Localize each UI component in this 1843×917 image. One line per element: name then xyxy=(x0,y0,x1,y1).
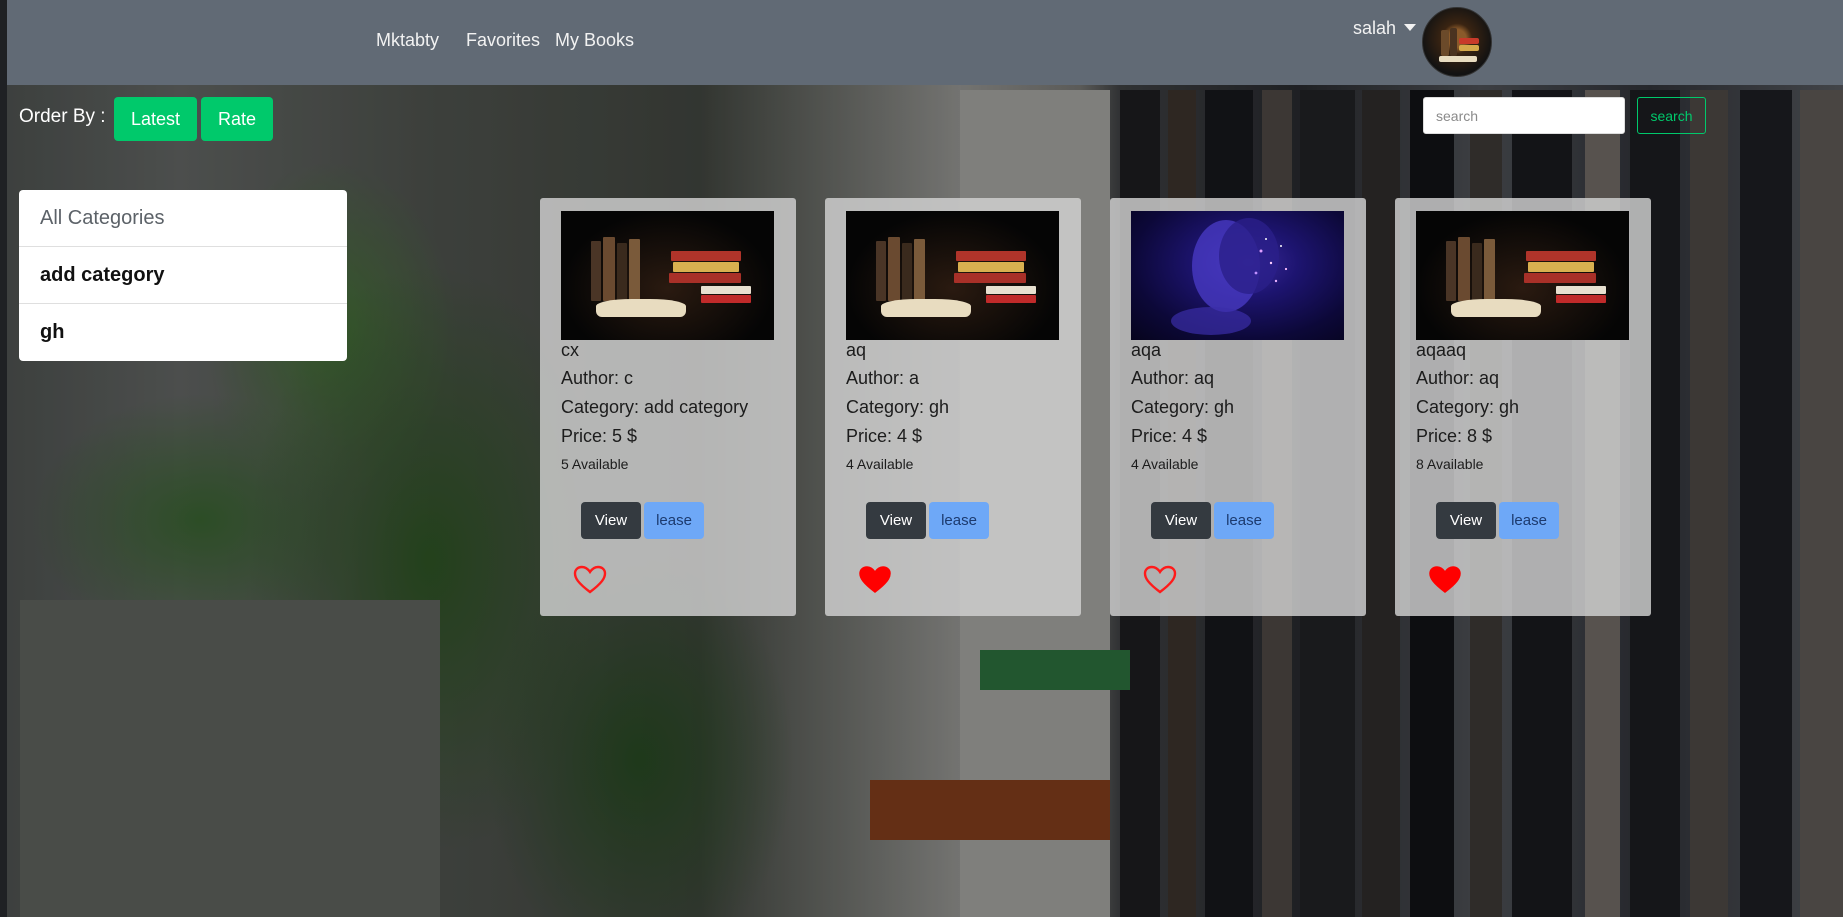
book-price: Price: 8 $ xyxy=(1416,426,1493,446)
order-by-label: Order By : xyxy=(19,106,106,127)
lease-button[interactable]: lease xyxy=(1499,502,1559,539)
heart-outline-icon[interactable] xyxy=(1143,565,1177,595)
book-category: Category: gh xyxy=(1416,397,1520,417)
book-author: Author: c xyxy=(561,368,634,388)
category-list: All Categories add category gh xyxy=(19,190,347,361)
book-title: aqa xyxy=(1131,340,1162,360)
book-price: Price: 5 $ xyxy=(561,426,638,446)
book-cover-image xyxy=(1416,211,1629,340)
navbar: Mktabty Favorites My Books salah xyxy=(7,0,1843,85)
category-all[interactable]: All Categories xyxy=(19,190,347,247)
book-availability: 8 Available xyxy=(1416,456,1484,472)
book-category: Category: gh xyxy=(846,397,950,417)
window-edge xyxy=(0,0,7,917)
book-category: Category: gh xyxy=(1131,397,1235,417)
book-card: cx Author: c Category: add category Pric… xyxy=(540,198,796,616)
book-availability: 5 Available xyxy=(561,456,629,472)
book-title: cx xyxy=(561,340,579,360)
book-category: Category: add category xyxy=(561,397,749,417)
heart-outline-icon[interactable] xyxy=(573,565,607,595)
view-button[interactable]: View xyxy=(1436,502,1496,539)
book-card: aq Author: a Category: gh Price: 4 $ 4 A… xyxy=(825,198,1081,616)
book-author: Author: a xyxy=(846,368,920,388)
book-price: Price: 4 $ xyxy=(1131,426,1208,446)
book-availability: 4 Available xyxy=(846,456,914,472)
book-availability: 4 Available xyxy=(1131,456,1199,472)
avatar[interactable] xyxy=(1422,7,1492,77)
view-button[interactable]: View xyxy=(1151,502,1211,539)
book-title: aqaaq xyxy=(1416,340,1467,360)
user-name: salah xyxy=(1353,18,1397,38)
book-author: Author: aq xyxy=(1416,368,1500,388)
order-latest-button[interactable]: Latest xyxy=(114,97,198,141)
book-card: aqa Author: aq Category: gh Price: 4 $ 4… xyxy=(1110,198,1366,616)
lease-button[interactable]: lease xyxy=(929,502,989,539)
nav-link-my-books[interactable]: My Books xyxy=(555,30,634,51)
search-input[interactable] xyxy=(1423,97,1625,134)
book-cover-image xyxy=(846,211,1059,340)
order-rate-button[interactable]: Rate xyxy=(201,97,274,141)
book-author: Author: aq xyxy=(1131,368,1215,388)
nav-brand-link[interactable]: Mktabty xyxy=(376,30,439,51)
view-button[interactable]: View xyxy=(866,502,926,539)
book-card: aqaaq Author: aq Category: gh Price: 8 $… xyxy=(1395,198,1651,616)
user-dropdown[interactable]: salah xyxy=(1353,18,1417,39)
lease-button[interactable]: lease xyxy=(1214,502,1274,539)
book-title: aq xyxy=(846,340,867,360)
category-item[interactable]: gh xyxy=(19,304,347,361)
search-button[interactable]: search xyxy=(1637,97,1706,134)
book-price: Price: 4 $ xyxy=(846,426,923,446)
nav-link-favorites[interactable]: Favorites xyxy=(466,30,540,51)
category-item[interactable]: add category xyxy=(19,247,347,304)
view-button[interactable]: View xyxy=(581,502,641,539)
book-cover-image xyxy=(561,211,774,340)
caret-down-icon xyxy=(1404,24,1417,31)
heart-filled-icon[interactable] xyxy=(1428,565,1462,595)
book-cover-image xyxy=(1131,211,1344,340)
heart-filled-icon[interactable] xyxy=(858,565,892,595)
lease-button[interactable]: lease xyxy=(644,502,704,539)
